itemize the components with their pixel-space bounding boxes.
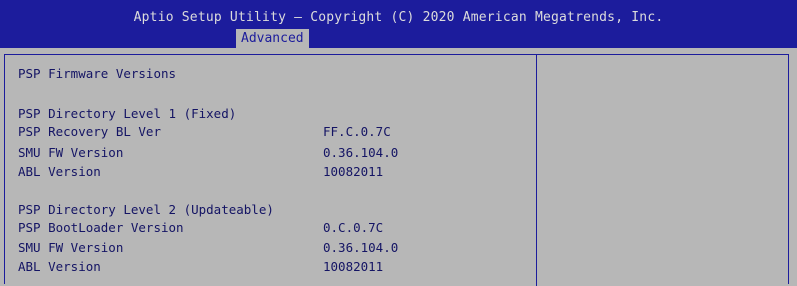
item-value: 0.36.104.0 — [323, 240, 399, 255]
item-value: 10082011 — [323, 164, 384, 179]
title-bar: Aptio Setup Utility – Copyright (C) 2020… — [0, 0, 797, 48]
item-value: FF.C.0.7C — [323, 124, 391, 139]
item-label: ABL Version — [18, 164, 101, 179]
item-value: 0.C.0.7C — [323, 220, 384, 235]
tab-advanced[interactable]: Advanced — [236, 29, 309, 48]
item-label: PSP BootLoader Version — [18, 220, 184, 235]
item-value: 0.36.104.0 — [323, 145, 399, 160]
item-label: SMU FW Version — [18, 240, 124, 255]
help-panel-divider — [536, 54, 537, 286]
item-label: ABL Version — [18, 259, 101, 274]
item-label: PSP Recovery BL Ver — [18, 124, 161, 139]
item-label: SMU FW Version — [18, 145, 124, 160]
app-title: Aptio Setup Utility – Copyright (C) 2020… — [133, 10, 664, 25]
main-panel: PSP Firmware Versions PSP Directory Leve… — [0, 48, 797, 286]
item-value: 10082011 — [323, 259, 384, 274]
